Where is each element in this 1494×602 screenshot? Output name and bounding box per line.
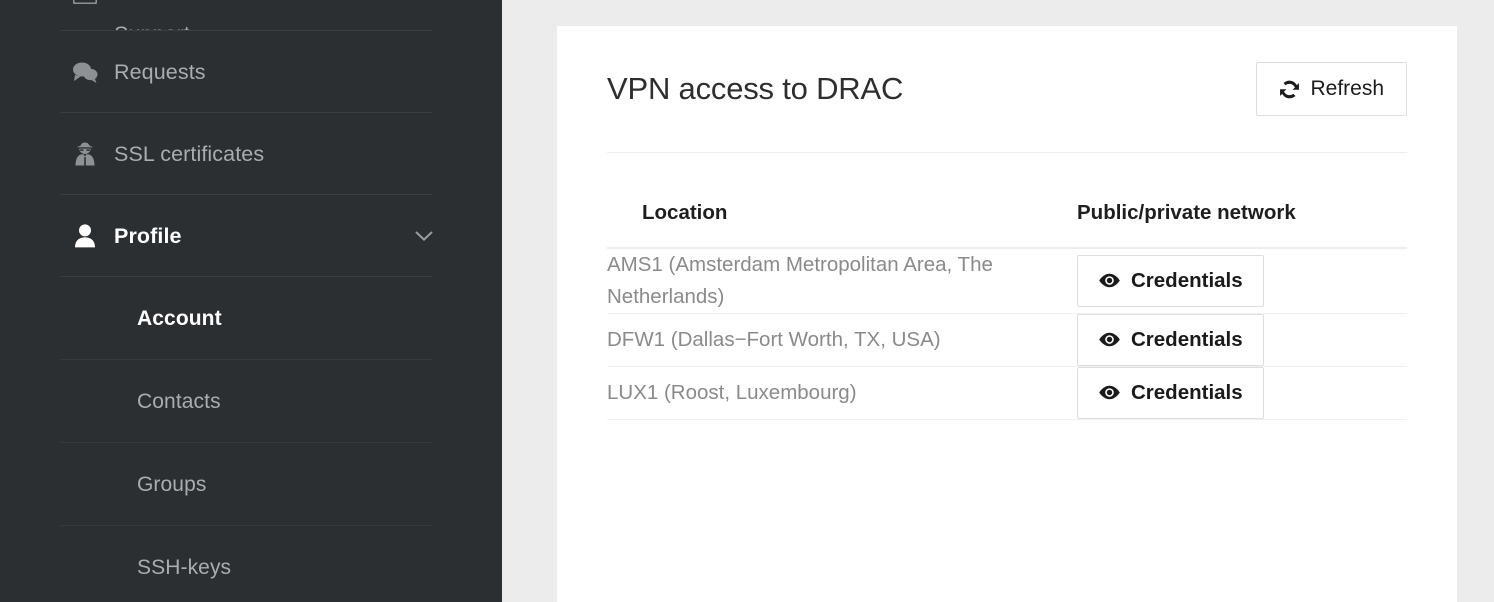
sidebar-subitem-label: Contacts (137, 389, 221, 413)
table-head: Location Public/private network (607, 153, 1407, 249)
credentials-button[interactable]: Credentials (1077, 313, 1264, 366)
table-row: AMS1 (Amsterdam Metropolitan Area, The N… (607, 248, 1407, 314)
sidebar-item-support[interactable]: Support (0, 0, 502, 31)
cell-location: AMS1 (Amsterdam Metropolitan Area, The N… (607, 248, 1077, 314)
cell-location: DFW1 (Dallas−Fort Worth, TX, USA) (607, 313, 1077, 367)
refresh-button[interactable]: Refresh (1256, 62, 1407, 116)
table-header-row: Location Public/private network (607, 153, 1407, 249)
app-root: Support Requests (0, 0, 1494, 602)
cell-network: Credentials (1077, 366, 1407, 420)
sidebar-item-label: Profile (114, 223, 182, 248)
envelope-icon (72, 0, 98, 8)
credentials-label: Credentials (1131, 327, 1243, 351)
cell-network: Credentials (1077, 313, 1407, 367)
sidebar-subitem-label: Account (137, 306, 222, 330)
eye-icon (1098, 332, 1121, 347)
credentials-button[interactable]: Credentials (1077, 366, 1264, 419)
sidebar-item-label: SSL certificates (114, 141, 265, 166)
sidebar-item-account[interactable]: Account (0, 277, 502, 360)
sidebar-item-label: Requests (114, 59, 206, 84)
sidebar-subitem-label: SSH-keys (137, 555, 232, 579)
cell-network: Credentials (1077, 248, 1407, 314)
card-header: VPN access to DRAC Refresh (607, 26, 1407, 153)
sidebar-item-contacts[interactable]: Contacts (0, 360, 502, 443)
cell-location: LUX1 (Roost, Luxembourg) (607, 366, 1077, 420)
vpn-access-card: VPN access to DRAC Refresh Location Publ… (557, 26, 1457, 602)
eye-icon (1098, 273, 1121, 288)
page-title: VPN access to DRAC (607, 71, 904, 106)
main-content: VPN access to DRAC Refresh Location Publ… (502, 0, 1494, 602)
sidebar-item-ssl-certificates[interactable]: SSL certificates (0, 113, 502, 195)
table-row: DFW1 (Dallas−Fort Worth, TX, USA) Creden… (607, 313, 1407, 367)
eye-icon (1098, 385, 1121, 400)
sidebar-item-groups[interactable]: Groups (0, 443, 502, 526)
sidebar-item-requests[interactable]: Requests (0, 31, 502, 113)
sidebar-item-label: Support (114, 22, 190, 31)
user-secret-icon (72, 141, 98, 167)
sidebar: Support Requests (0, 0, 502, 602)
vpn-table: Location Public/private network AMS1 (Am… (607, 153, 1407, 420)
column-header-network: Public/private network (1077, 153, 1407, 249)
chevron-down-icon[interactable] (414, 230, 434, 242)
sidebar-item-profile[interactable]: Profile (0, 195, 502, 277)
table-body: AMS1 (Amsterdam Metropolitan Area, The N… (607, 248, 1407, 420)
sync-icon (1279, 79, 1300, 100)
table-row: LUX1 (Roost, Luxembourg) Credentials (607, 366, 1407, 420)
credentials-label: Credentials (1131, 268, 1243, 292)
credentials-button[interactable]: Credentials (1077, 254, 1264, 307)
comments-icon (72, 59, 98, 85)
sidebar-subitem-label: Groups (137, 472, 207, 496)
sidebar-item-ssh-keys[interactable]: SSH-keys (0, 526, 502, 602)
refresh-label: Refresh (1310, 77, 1384, 100)
credentials-label: Credentials (1131, 380, 1243, 404)
column-header-location: Location (607, 153, 1077, 249)
user-icon (72, 223, 98, 249)
